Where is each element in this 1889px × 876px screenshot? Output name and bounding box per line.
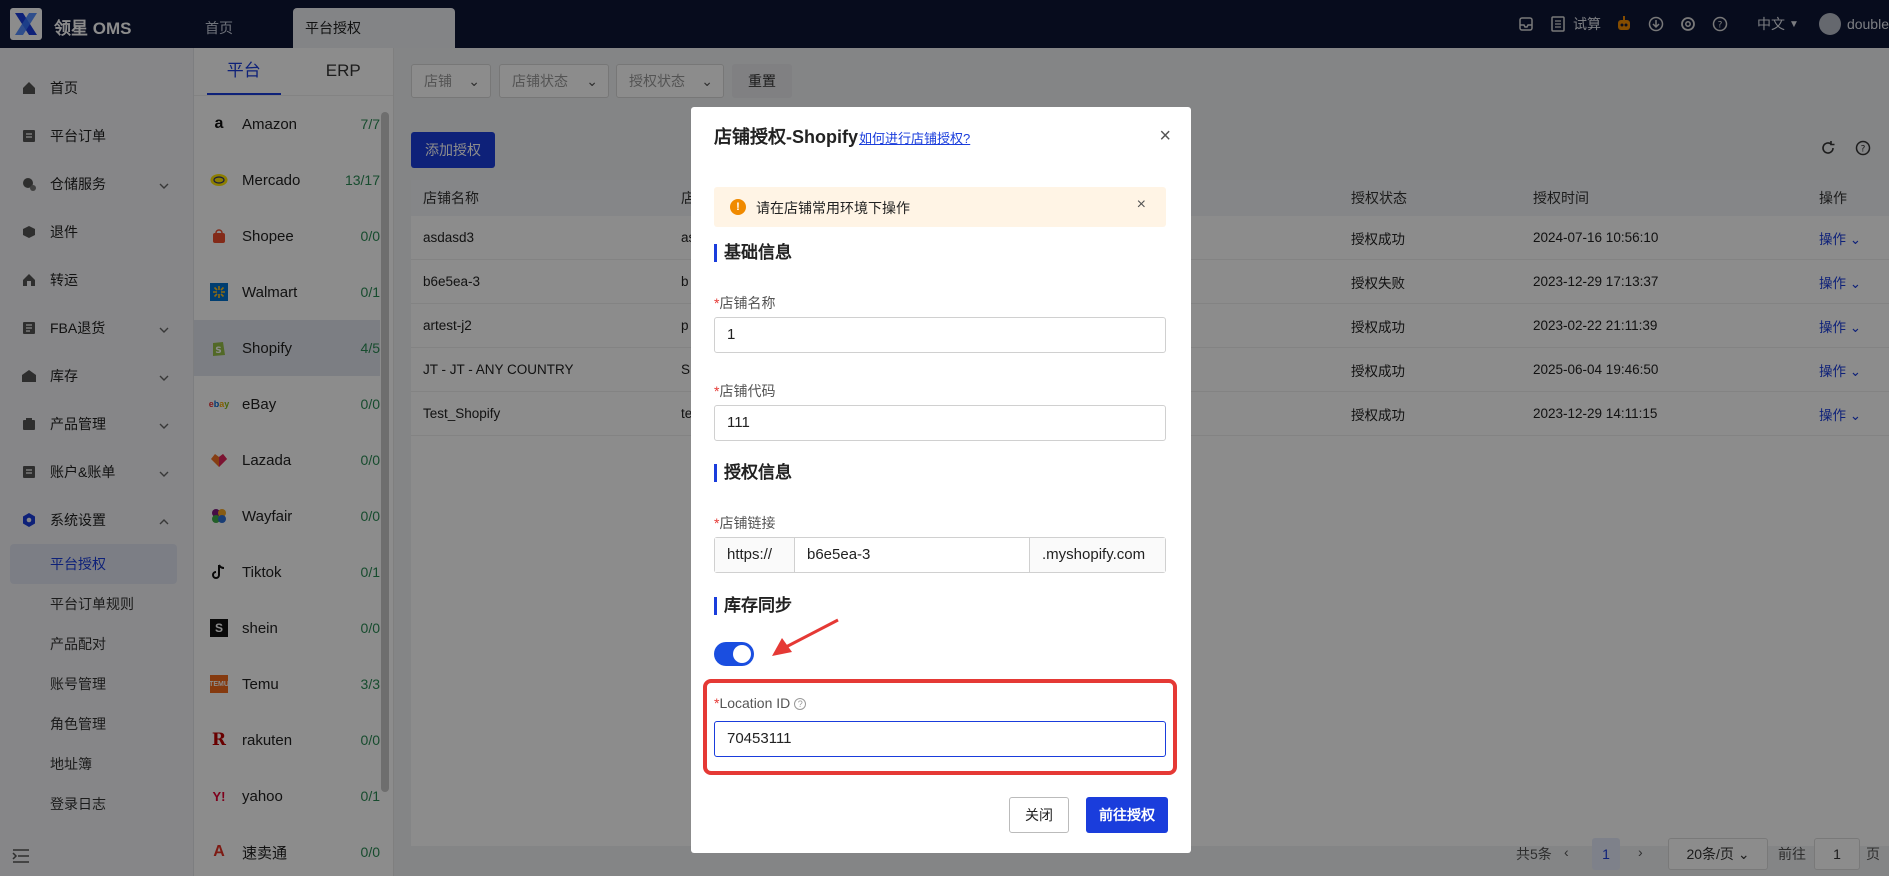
modal-title: 店铺授权-Shopify bbox=[714, 127, 858, 147]
label-text: Location ID bbox=[719, 695, 791, 711]
go-authorize-button[interactable]: 前往授权 bbox=[1086, 797, 1168, 833]
help-link[interactable]: 如何进行店铺授权? bbox=[859, 128, 970, 147]
store-auth-modal: 店铺授权-Shopify 如何进行店铺授权? × ! 请在店铺常用环境下操作 ×… bbox=[691, 107, 1191, 853]
label-text: 店铺代码 bbox=[719, 383, 776, 399]
section-auth-info: 授权信息 bbox=[714, 464, 792, 482]
url-suffix: .myshopify.com bbox=[1029, 538, 1165, 572]
question-circle-icon[interactable]: ? bbox=[794, 698, 807, 710]
stock-sync-toggle[interactable] bbox=[714, 642, 754, 666]
annotation-arrow-icon bbox=[772, 618, 839, 656]
store-link-label: *店铺链接 bbox=[714, 513, 775, 533]
close-icon[interactable]: × bbox=[1137, 196, 1146, 214]
store-code-label: *店铺代码 bbox=[714, 381, 775, 401]
store-code-input[interactable]: 111 bbox=[714, 405, 1166, 441]
store-name-input[interactable]: 1 bbox=[714, 317, 1166, 353]
close-icon[interactable]: × bbox=[1159, 125, 1171, 148]
location-id-input[interactable]: 70453111 bbox=[714, 721, 1166, 757]
location-id-label: *Location ID? bbox=[714, 695, 807, 711]
label-text: 店铺名称 bbox=[719, 295, 776, 311]
section-basic-info: 基础信息 bbox=[714, 244, 792, 262]
close-button[interactable]: 关闭 bbox=[1009, 797, 1069, 833]
warning-icon: ! bbox=[730, 199, 746, 215]
store-link-input-group: https:// b6e5ea-3 .myshopify.com bbox=[714, 537, 1166, 573]
store-name-label: *店铺名称 bbox=[714, 293, 775, 313]
warning-alert: ! 请在店铺常用环境下操作 × bbox=[714, 187, 1166, 227]
alert-text: 请在店铺常用环境下操作 bbox=[756, 200, 910, 216]
toggle-knob bbox=[733, 645, 751, 663]
store-link-input[interactable]: b6e5ea-3 bbox=[795, 538, 1029, 572]
label-text: 店铺链接 bbox=[719, 515, 776, 531]
section-stock-sync: 库存同步 bbox=[714, 597, 792, 615]
url-prefix: https:// bbox=[715, 538, 795, 572]
